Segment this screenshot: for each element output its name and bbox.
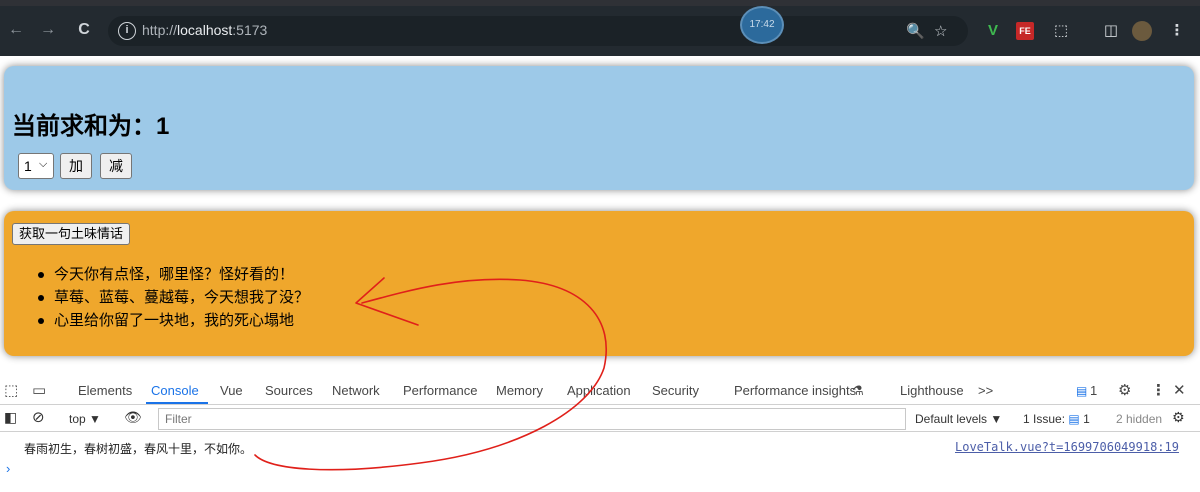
clock-widget: 17:42: [740, 6, 784, 44]
issue-count-badge[interactable]: 1: [1090, 383, 1097, 398]
side-panel-icon[interactable]: ◫: [1100, 20, 1122, 42]
clear-console-icon[interactable]: ⊘: [32, 408, 45, 426]
tab-sources[interactable]: Sources: [265, 383, 313, 398]
hidden-count: 2 hidden: [1116, 412, 1163, 426]
browser-toolbar: ← → C i http://localhost:5173 🔍 ☆ 17:42 …: [0, 6, 1200, 56]
active-tab-indicator: [146, 402, 208, 404]
sidebar-toggle-icon[interactable]: ◧: [4, 409, 17, 426]
issues-link[interactable]: 1 Issue: ▤ 1: [1023, 412, 1090, 426]
device-toolbar-icon[interactable]: ▭: [32, 381, 46, 399]
devtools-menu-icon[interactable]: ⋮: [1151, 381, 1166, 399]
list-item: 心里给你留了一块地，我的死心塌地: [38, 309, 309, 332]
tab-application[interactable]: Application: [567, 383, 631, 398]
zoom-icon[interactable]: 🔍: [906, 22, 925, 40]
flask-icon: ⚗: [852, 383, 864, 398]
count-panel: 当前求和为：1 1 ⌵ 加 减: [4, 66, 1194, 190]
inspect-element-icon[interactable]: ⬚: [4, 381, 18, 399]
bookmark-star-icon[interactable]: ☆: [934, 22, 947, 40]
address-bar[interactable]: i http://localhost:5173 🔍 ☆: [108, 16, 968, 46]
sum-heading: 当前求和为：1: [12, 113, 170, 140]
add-button[interactable]: 加: [60, 153, 92, 179]
tab-network[interactable]: Network: [332, 383, 380, 398]
love-talk-panel: 获取一句土味情话 今天你有点怪，哪里怪？怪好看的！ 草莓、蓝莓、蔓越莓，今天想我…: [4, 211, 1194, 356]
love-talk-list: 今天你有点怪，哪里怪？怪好看的！ 草莓、蓝莓、蔓越莓，今天想我了没？ 心里给你留…: [38, 263, 309, 332]
extensions-puzzle-icon[interactable]: ⬚: [1050, 20, 1072, 42]
live-expression-eye-icon[interactable]: 👁: [124, 409, 142, 426]
settings-gear-icon[interactable]: ⚙: [1118, 381, 1131, 399]
forward-icon[interactable]: →: [36, 18, 60, 42]
list-item: 草莓、蓝莓、蔓越莓，今天想我了没？: [38, 286, 309, 309]
tab-console[interactable]: Console: [151, 383, 199, 398]
back-icon[interactable]: ←: [4, 18, 28, 42]
console-prompt[interactable]: ›: [6, 461, 10, 476]
tab-elements[interactable]: Elements: [78, 383, 132, 398]
more-tabs-button[interactable]: >>: [978, 383, 993, 398]
profile-avatar[interactable]: [1132, 21, 1152, 41]
issues-message-icon[interactable]: ▤: [1076, 384, 1087, 398]
context-selector[interactable]: top ▼: [69, 412, 101, 426]
console-log-source-link[interactable]: LoveTalk.vue?t=1699706049918:19: [955, 440, 1179, 454]
step-select-value: 1: [24, 158, 32, 174]
tab-performance-insights[interactable]: Performance insights: [734, 383, 856, 398]
fe-extension-icon[interactable]: FE: [1016, 22, 1034, 40]
log-levels-dropdown[interactable]: Default levels ▼: [915, 412, 1002, 426]
get-love-talk-button[interactable]: 获取一句土味情话: [12, 223, 131, 245]
list-item: 今天你有点怪，哪里怪？怪好看的！: [38, 263, 309, 286]
console-filter-input[interactable]: Filter: [158, 408, 906, 430]
site-info-icon[interactable]: i: [118, 22, 136, 40]
devtools-tab-bar: ⬚ ▭ Elements Console Vue Sources Network…: [0, 377, 1200, 405]
tab-memory[interactable]: Memory: [496, 383, 543, 398]
console-settings-gear-icon[interactable]: ⚙: [1172, 409, 1185, 426]
tab-performance[interactable]: Performance: [403, 383, 477, 398]
url-text: http://localhost:5173: [142, 22, 268, 38]
tab-security[interactable]: Security: [652, 383, 699, 398]
tab-lighthouse[interactable]: Lighthouse: [900, 383, 964, 398]
close-icon[interactable]: ✕: [1173, 381, 1186, 399]
step-select[interactable]: 1 ⌵: [18, 153, 54, 179]
vue-devtools-extension-icon[interactable]: V: [982, 20, 1004, 42]
chevron-down-icon: ⌵: [39, 158, 48, 170]
console-log-message: 春雨初生，春树初盛，春风十里，不如你。: [24, 442, 253, 456]
reload-icon[interactable]: C: [72, 18, 96, 42]
tab-vue[interactable]: Vue: [220, 383, 243, 398]
subtract-button[interactable]: 减: [100, 153, 132, 179]
browser-menu-icon[interactable]: ⋮: [1166, 20, 1188, 42]
console-toolbar: ◧ ⊘ top ▼ 👁 Filter Default levels ▼ 1 Is…: [0, 406, 1200, 432]
